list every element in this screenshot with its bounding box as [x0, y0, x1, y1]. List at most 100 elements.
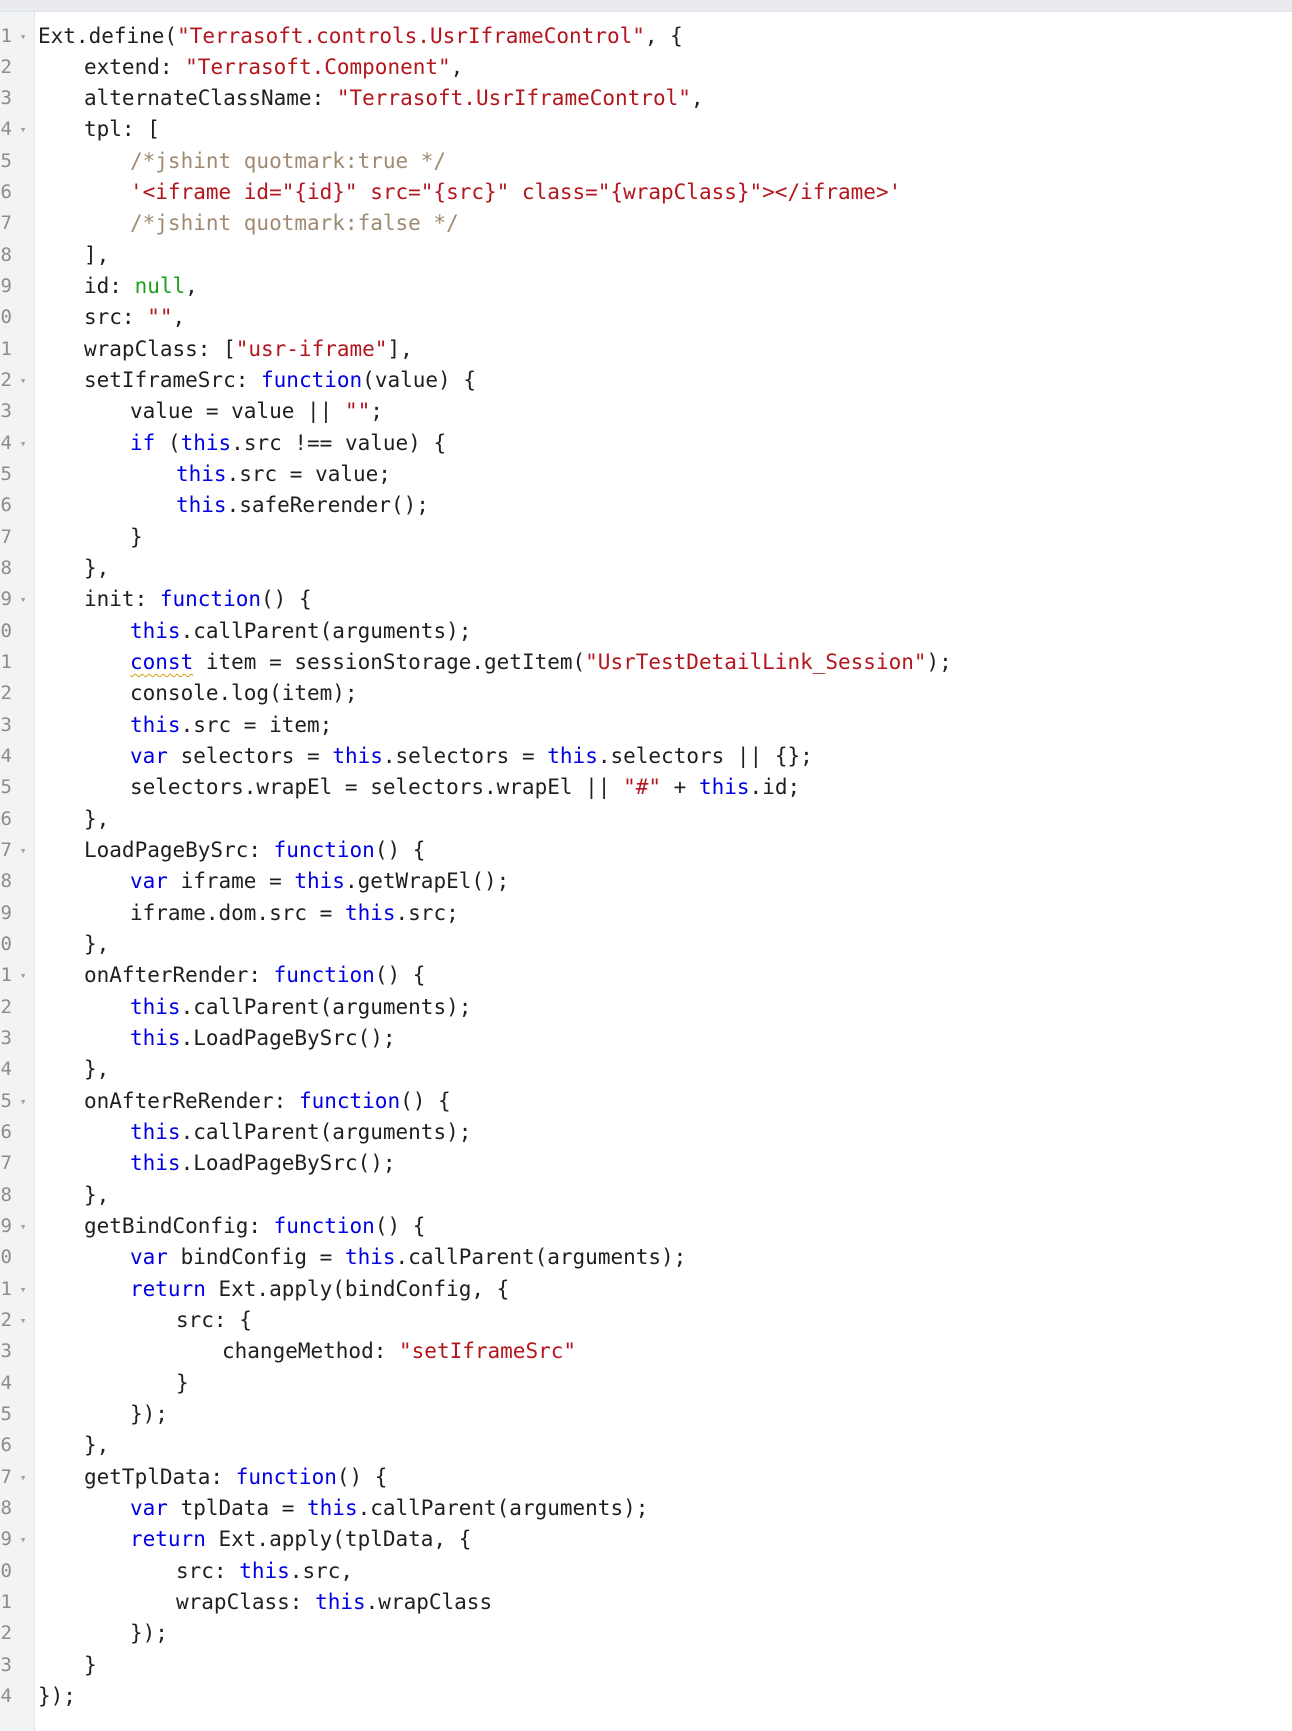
- kw-token: if: [130, 430, 156, 455]
- line-number: 1: [0, 1277, 12, 1300]
- pl-token: },: [84, 806, 110, 831]
- fold-arrow-icon[interactable]: ▾: [17, 428, 29, 459]
- fold-arrow-icon[interactable]: ▾: [17, 21, 29, 52]
- code-line[interactable]: 6 this.callParent(arguments);: [0, 1117, 1292, 1148]
- code-line[interactable]: 3 alternateClassName: "Terrasoft.UsrIfram…: [0, 83, 1292, 114]
- pl-token: },: [84, 1057, 110, 1082]
- code-line[interactable]: 1 ▾ Ext.define("Terrasoft.controls.UsrIfra…: [0, 21, 1292, 52]
- code-line[interactable]: 0 src: this.src,: [0, 1556, 1292, 1587]
- code-line[interactable]: 5 selectors.wrapEl = selectors.wrapEl || …: [0, 772, 1292, 803]
- code-line[interactable]: 4}: [0, 1368, 1292, 1399]
- fold-arrow-icon[interactable]: ▾: [17, 365, 29, 396]
- code-line[interactable]: 4});: [0, 1681, 1292, 1712]
- code-text: this.callParent(arguments);: [130, 616, 471, 647]
- code-line[interactable]: 1 ▾ return Ext.apply(bindConfig, {: [0, 1274, 1292, 1305]
- line-number: 2: [0, 55, 12, 78]
- code-text: return Ext.apply(tplData, {: [130, 1524, 471, 1555]
- pl-token: setIframeSrc:: [84, 368, 262, 393]
- fold-arrow-icon[interactable]: ▾: [17, 1086, 29, 1117]
- code-line[interactable]: 7 this.LoadPageBySrc();: [0, 1148, 1292, 1179]
- code-text: if (this.src !== value) {: [130, 428, 446, 459]
- pl-token: });: [130, 1401, 168, 1426]
- code-line[interactable]: 3 this.LoadPageBySrc();: [0, 1023, 1292, 1054]
- code-line[interactable]: 4 var selectors = this.selectors = this.s…: [0, 741, 1292, 772]
- fold-arrow-icon[interactable]: ▾: [17, 1211, 29, 1242]
- fold-arrow-icon[interactable]: ▾: [17, 1274, 29, 1305]
- code-line[interactable]: 4 ▾ tpl: [: [0, 114, 1292, 145]
- fold-arrow-icon[interactable]: ▾: [17, 1524, 29, 1555]
- code-line[interactable]: 0},: [0, 929, 1292, 960]
- pl-token: });: [130, 1621, 168, 1646]
- code-line[interactable]: 6 this.safeRerender();: [0, 490, 1292, 521]
- code-line[interactable]: 9 ▾ getBindConfig: function() {: [0, 1211, 1292, 1242]
- num-token: null: [134, 274, 186, 299]
- code-line[interactable]: 2});: [0, 1618, 1292, 1649]
- code-text: wrapClass: this.wrapClass: [176, 1587, 492, 1618]
- code-line[interactable]: 8 var tplData = this.callParent(arguments…: [0, 1493, 1292, 1524]
- code-line[interactable]: 6},: [0, 1430, 1292, 1461]
- line-number: 2: [0, 369, 12, 392]
- code-line[interactable]: 5 ▾ onAfterReRender: function() {: [0, 1086, 1292, 1117]
- code-line[interactable]: 1 wrapClass: this.wrapClass: [0, 1587, 1292, 1618]
- code-line[interactable]: 5 this.src = value;: [0, 459, 1292, 490]
- code-line[interactable]: 2 console.log(item);: [0, 678, 1292, 709]
- pl-token: .wrapClass: [365, 1589, 493, 1614]
- code-line[interactable]: 1 wrapClass: ["usr-iframe"],: [0, 334, 1292, 365]
- code-line[interactable]: 0 src: "",: [0, 302, 1292, 333]
- code-editor[interactable]: 1 ▾ Ext.define("Terrasoft.controls.UsrIfra…: [0, 21, 1292, 1713]
- line-number: 8: [0, 1496, 12, 1519]
- code-line[interactable]: 9 ▾ init: function() {: [0, 584, 1292, 615]
- code-line[interactable]: 7 ▾ getTplData: function() {: [0, 1462, 1292, 1493]
- fold-arrow-icon[interactable]: ▾: [17, 1305, 29, 1336]
- code-line[interactable]: 3}: [0, 1650, 1292, 1681]
- code-line[interactable]: 7}: [0, 522, 1292, 553]
- code-line[interactable]: 9 ▾ return Ext.apply(tplData, {: [0, 1524, 1292, 1555]
- kw-token: this: [180, 430, 232, 455]
- code-line[interactable]: 0 var bindConfig = this.callParent(argume…: [0, 1242, 1292, 1273]
- code-line[interactable]: 5 /*jshint quotmark:true */: [0, 146, 1292, 177]
- fold-arrow-icon[interactable]: ▾: [17, 960, 29, 991]
- code-line[interactable]: 9 id: null,: [0, 271, 1292, 302]
- fold-arrow-icon[interactable]: ▾: [17, 584, 29, 615]
- kw-token: this: [130, 1119, 181, 1144]
- code-line[interactable]: 3 this.src = item;: [0, 710, 1292, 741]
- kw-token: this: [344, 900, 396, 925]
- code-line[interactable]: 2 ▾ setIframeSrc: function(value) {: [0, 365, 1292, 396]
- code-text: id: null,: [84, 271, 198, 302]
- code-text: getBindConfig: function() {: [84, 1211, 425, 1242]
- kw-token: var: [130, 1245, 168, 1270]
- code-line[interactable]: 8},: [0, 553, 1292, 584]
- code-line[interactable]: 3 value = value || "";: [0, 396, 1292, 427]
- code-line[interactable]: 5});: [0, 1399, 1292, 1430]
- fold-arrow-icon[interactable]: ▾: [17, 835, 29, 866]
- line-number: 5: [0, 1089, 12, 1112]
- code-line[interactable]: 3 changeMethod: "setIframeSrc": [0, 1336, 1292, 1367]
- code-line[interactable]: 0 this.callParent(arguments);: [0, 616, 1292, 647]
- code-line[interactable]: 7 ▾ LoadPageBySrc: function() {: [0, 835, 1292, 866]
- pl-token: onAfterReRender:: [84, 1088, 299, 1113]
- code-line[interactable]: 7 /*jshint quotmark:false */: [0, 208, 1292, 239]
- code-line[interactable]: 8],: [0, 240, 1292, 271]
- fold-arrow-icon[interactable]: ▾: [17, 1462, 29, 1493]
- pl-token: console.log(item);: [130, 681, 358, 706]
- code-line[interactable]: 2 ▾ src: {: [0, 1305, 1292, 1336]
- code-line[interactable]: 4 ▾ if (this.src !== value) {: [0, 428, 1292, 459]
- code-text: extend: "Terrasoft.Component",: [84, 52, 463, 83]
- code-line[interactable]: 8},: [0, 1180, 1292, 1211]
- code-line[interactable]: 1 ▾ onAfterRender: function() {: [0, 960, 1292, 991]
- code-line[interactable]: 9 iframe.dom.src = this.src;: [0, 898, 1292, 929]
- keyword-token-warning: const: [130, 650, 194, 675]
- pl-token: () {: [261, 587, 312, 612]
- pl-token: bindConfig =: [167, 1245, 345, 1270]
- fold-arrow-icon[interactable]: ▾: [17, 114, 29, 145]
- code-line[interactable]: 8 var iframe = this.getWrapEl();: [0, 866, 1292, 897]
- pl-token: onAfterRender:: [84, 963, 274, 988]
- code-line[interactable]: 6},: [0, 804, 1292, 835]
- code-line[interactable]: 1 const item = sessionStorage.getItem("Us…: [0, 647, 1292, 678]
- str-token: '<iframe id="{id}" src="{src}" class="{w…: [130, 180, 902, 205]
- code-line[interactable]: 2 this.callParent(arguments);: [0, 992, 1292, 1023]
- code-line[interactable]: 6 '<iframe id="{id}" src="{src}" class="{…: [0, 177, 1292, 208]
- code-line[interactable]: 4},: [0, 1054, 1292, 1085]
- pl-token: () {: [374, 963, 426, 988]
- code-line[interactable]: 2 extend: "Terrasoft.Component",: [0, 52, 1292, 83]
